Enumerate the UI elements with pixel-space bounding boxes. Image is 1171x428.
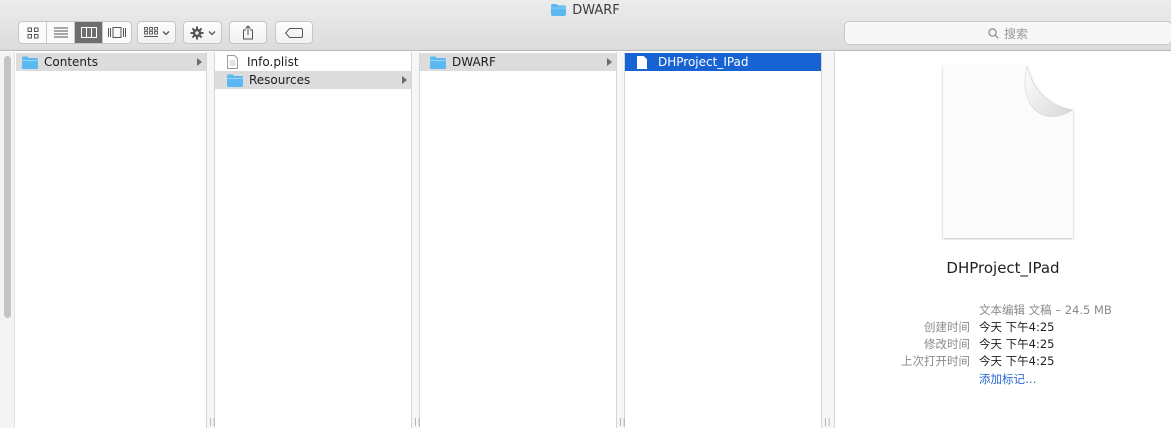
item-label: Info.plist (247, 55, 299, 69)
arrange-button[interactable] (137, 21, 176, 44)
vertical-scrollbar[interactable] (0, 52, 15, 428)
list-view-icon (53, 27, 68, 38)
window-title: DWARF (0, 3, 1171, 18)
disclosure-arrow-icon (402, 76, 407, 84)
document-icon (637, 55, 652, 69)
add-tags-link[interactable]: 添加标记… (979, 371, 1037, 387)
chevron-down-icon (208, 30, 215, 35)
last-opened-value: 今天 下午4:25 (979, 354, 1055, 368)
search-field[interactable]: 搜索 (844, 21, 1171, 45)
list-item-file-selected[interactable]: DHProject_IPad (625, 53, 821, 71)
column-view-icon (80, 27, 97, 38)
browser-column-2: Info.plist Resources (215, 52, 411, 428)
preview-pane: DHProject_IPad 文本编辑 文稿 – 24.5 MB 创建时间 今天… (835, 52, 1171, 428)
item-label: Contents (44, 55, 98, 69)
tags-button[interactable] (275, 21, 313, 44)
search-icon (988, 27, 999, 39)
icon-view-icon (27, 27, 38, 38)
column-resizer[interactable]: || (206, 52, 215, 428)
cover-flow-view-button[interactable] (103, 22, 131, 43)
folder-icon (551, 4, 567, 16)
toolbar: DWARF 搜索 (0, 0, 1171, 51)
arrange-grid-icon (143, 27, 158, 37)
gear-icon (190, 26, 203, 39)
column-resizer[interactable]: || (411, 52, 420, 428)
item-label: Resources (249, 73, 311, 87)
view-mode-control (18, 21, 132, 44)
disclosure-arrow-icon (197, 58, 202, 66)
list-item-folder[interactable]: DWARF (420, 53, 616, 71)
created-value: 今天 下午4:25 (979, 320, 1055, 334)
list-item-folder[interactable]: Contents (16, 53, 206, 71)
folder-icon (430, 56, 446, 69)
disclosure-arrow-icon (607, 58, 612, 66)
action-button[interactable] (183, 21, 222, 44)
plist-file-icon (227, 55, 241, 69)
tag-icon (285, 27, 303, 38)
list-item-file[interactable]: Info.plist (215, 53, 411, 71)
document-preview-icon (943, 65, 1074, 238)
share-icon (243, 25, 253, 40)
scrollbar-thumb[interactable] (4, 56, 11, 318)
list-item-folder[interactable]: Resources (215, 71, 411, 89)
item-label: DWARF (452, 55, 496, 69)
column-resizer[interactable]: || (616, 52, 625, 428)
folder-icon (227, 74, 243, 87)
share-button[interactable] (229, 21, 267, 44)
file-kind-size: 文本编辑 文稿 – 24.5 MB (979, 303, 1112, 317)
search-placeholder: 搜索 (1003, 26, 1028, 41)
browser-column-4: DHProject_IPad (625, 52, 821, 428)
browser-column-1: Contents (16, 52, 206, 428)
modified-label: 修改时间 (924, 337, 970, 351)
icon-view-button[interactable] (19, 22, 47, 43)
created-label: 创建时间 (924, 320, 970, 334)
window-title-text: DWARF (572, 3, 620, 18)
cover-flow-icon (108, 27, 126, 38)
browser-column-3: DWARF (420, 52, 616, 428)
chevron-down-icon (162, 30, 169, 35)
last-opened-label: 上次打开时间 (901, 354, 970, 368)
resize-grip-icon: || (824, 417, 832, 426)
folder-icon (22, 56, 38, 69)
list-view-button[interactable] (47, 22, 75, 43)
column-view-button[interactable] (75, 22, 103, 43)
item-label: DHProject_IPad (658, 55, 749, 69)
modified-value: 今天 下午4:25 (979, 337, 1055, 351)
column-resizer[interactable]: || (821, 52, 835, 428)
preview-file-name: DHProject_IPad (946, 259, 1060, 277)
